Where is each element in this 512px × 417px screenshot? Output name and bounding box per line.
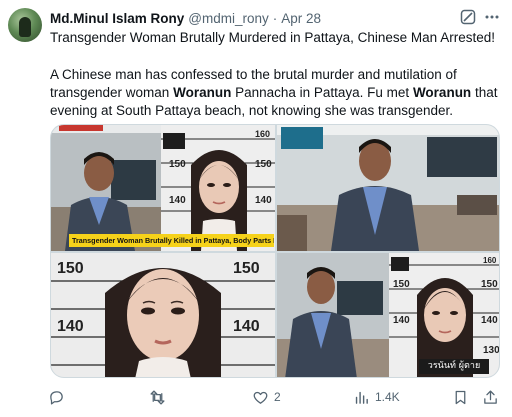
height-mark: 140 <box>255 195 272 206</box>
height-mark: 150 <box>481 279 498 290</box>
views-count: 1.4K <box>375 390 400 404</box>
like-count: 2 <box>274 390 281 404</box>
action-bar: 2 1.4K <box>44 386 504 408</box>
retweet-icon <box>150 389 165 405</box>
separator-dot: · <box>272 10 278 26</box>
media-image-1[interactable]: 150 160 150 140 140 Transgender Woman Br… <box>51 125 275 251</box>
post-date[interactable]: Apr 28 <box>281 11 321 26</box>
tweet-header: Md.Minul Islam Rony @mdmi_rony · Apr 28 <box>50 9 321 27</box>
body-name-1: Woranun <box>173 85 232 100</box>
image-caption-thai: วรนันท์ ผู้ตาย <box>419 359 489 374</box>
bookmark-icon <box>455 390 466 404</box>
height-mark: 160 <box>483 256 497 265</box>
height-mark: 130 <box>483 345 500 356</box>
height-mark: 150 <box>255 159 272 170</box>
media-grid: 150 160 150 140 140 Transgender Woman Br… <box>50 124 500 378</box>
heart-icon <box>253 391 268 404</box>
avatar[interactable] <box>8 8 42 42</box>
reply-button[interactable] <box>48 386 70 408</box>
body-text-2: Pannacha in Pattaya. Fu met <box>231 85 413 100</box>
media-image-2[interactable] <box>277 125 499 251</box>
height-mark: 140 <box>481 315 498 326</box>
height-mark: 140 <box>57 318 84 335</box>
like-button[interactable]: 2 <box>252 386 281 408</box>
height-mark: 150 <box>393 279 410 290</box>
post-title: Transgender Woman Brutally Murdered in P… <box>50 30 495 45</box>
author-name[interactable]: Md.Minul Islam Rony <box>50 11 184 26</box>
post-body: A Chinese man has confessed to the bruta… <box>50 66 505 120</box>
views-button[interactable]: 1.4K <box>353 386 400 408</box>
more-icon[interactable] <box>484 9 500 25</box>
bookmark-button[interactable] <box>452 386 469 408</box>
height-mark: 150 <box>233 260 260 277</box>
author-handle[interactable]: @mdmi_rony <box>188 11 268 26</box>
body-name-2: Woranun <box>412 85 472 100</box>
height-mark: 150 <box>169 159 186 170</box>
height-mark: 150 <box>57 260 84 277</box>
views-icon <box>355 391 368 404</box>
height-mark: 140 <box>169 195 186 206</box>
media-image-4[interactable]: 160 150 150 140 140 130 วรนันท์ ผู้ตาย <box>277 253 500 377</box>
media-image-3[interactable]: 150 150 140 140 <box>51 253 275 377</box>
height-mark: 160 <box>255 129 270 139</box>
retweet-button[interactable] <box>149 386 171 408</box>
grok-icon[interactable] <box>460 9 476 25</box>
reply-icon <box>50 390 63 405</box>
share-icon <box>484 389 497 404</box>
tweet: Md.Minul Islam Rony @mdmi_rony · Apr 28 … <box>0 0 512 417</box>
share-button[interactable] <box>482 386 499 408</box>
height-mark: 140 <box>393 315 410 326</box>
image-caption: Transgender Woman Brutally Killed in Pat… <box>69 234 274 247</box>
height-mark: 140 <box>233 318 260 335</box>
